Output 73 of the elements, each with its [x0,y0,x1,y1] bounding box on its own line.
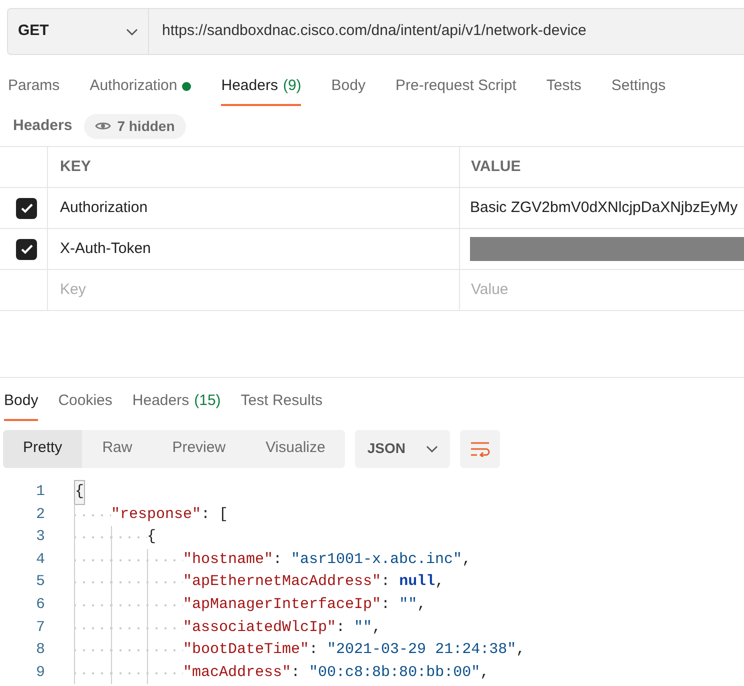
json-key: "bootDateTime" [183,639,310,662]
wrap-lines-icon [470,440,490,456]
view-mode-tab[interactable]: Raw [82,430,152,468]
json-punctuation: : [381,594,392,615]
json-key: "apManagerInterfaceIp" [183,594,382,617]
json-punctuation: , [462,550,472,570]
json-punctuation: : [291,662,302,683]
json-value: "" [399,594,418,615]
chevron-down-icon [126,28,138,36]
json-punctuation: : [273,550,284,570]
url-field[interactable]: https://sandboxdnac.cisco.com/dna/intent/api/v1/network-device [149,9,586,54]
line-number: 2 [34,504,46,525]
eye-icon [95,121,112,131]
method-select[interactable]: GET [8,9,149,54]
request-tab[interactable]: Params [8,68,60,106]
format-select[interactable]: JSON [355,430,450,468]
json-punctuation: : [381,572,392,592]
json-punctuation: : [ [201,504,228,525]
json-key: "hostname" [183,548,274,572]
hidden-headers-toggle[interactable]: 7 hidden [84,114,186,138]
json-value: "2021-03-29 21:24:38" [327,640,516,660]
response-tab[interactable]: Cookies [58,384,112,421]
line-number: 3 [34,527,46,548]
chevron-down-icon [426,444,438,452]
line-number: 5 [34,572,46,592]
checkbox[interactable] [16,238,37,260]
json-punctuation: , [435,572,444,592]
value-input[interactable]: Value [466,278,666,302]
response-tab[interactable]: Test Results [240,384,322,421]
json-key: "response" [111,504,202,526]
response-tab[interactable]: Headers (15) [132,384,221,421]
json-key: "associatedWlcIp" [183,616,336,640]
matched-bracket: { [75,481,84,504]
view-mode-tab[interactable]: Preview [152,430,246,468]
line-number: 9 [34,662,46,683]
checkbox[interactable] [16,198,37,218]
json-key: "macAddress" [183,662,292,684]
view-mode-tab[interactable]: Visualize [246,430,346,468]
line-number: 4 [34,550,46,570]
request-tab[interactable]: Body [331,68,366,106]
request-tab[interactable]: Headers (9) [221,68,302,106]
request-tab[interactable]: Authorization [90,68,192,106]
wrap-lines-button[interactable] [460,430,500,468]
line-number: 7 [34,618,46,638]
column-header: VALUE [470,156,522,177]
json-value: null [399,572,436,592]
line-number: 1 [34,482,46,502]
request-tab[interactable]: Pre-request Script [396,68,516,106]
line-number: 6 [34,594,46,615]
json-punctuation: { [147,527,156,548]
request-tab[interactable]: Settings [611,68,666,106]
header-value-cell[interactable]: Basic ZGV2bmV0dXNlcjpDaXNjbzEyMy [470,196,738,220]
line-number: 8 [34,640,46,660]
key-input[interactable]: Key [54,278,254,302]
checkmark-icon [20,242,34,256]
json-punctuation: , [372,618,382,638]
json-punctuation: , [417,594,426,615]
header-key-cell[interactable]: Authorization [48,188,460,228]
json-value: "00:c8:8b:80:bb:00" [309,662,480,683]
json-punctuation: , [480,662,490,683]
json-value: "" [354,618,372,638]
json-punctuation: : [309,640,320,660]
json-value: "asr1001-x.abc.inc" [291,550,462,570]
request-tab[interactable]: Tests [546,68,582,106]
json-key: "apEthernetMacAddress" [183,571,382,594]
column-header: KEY [48,147,460,187]
json-punctuation: : [336,618,346,638]
section-title: Headers [13,116,72,136]
response-tab[interactable]: Body [4,384,38,421]
checkmark-icon [20,201,34,215]
json-punctuation: , [516,640,526,660]
view-mode-tab[interactable]: Pretty [3,430,82,468]
header-key-cell[interactable]: X-Auth-Token [48,229,460,269]
